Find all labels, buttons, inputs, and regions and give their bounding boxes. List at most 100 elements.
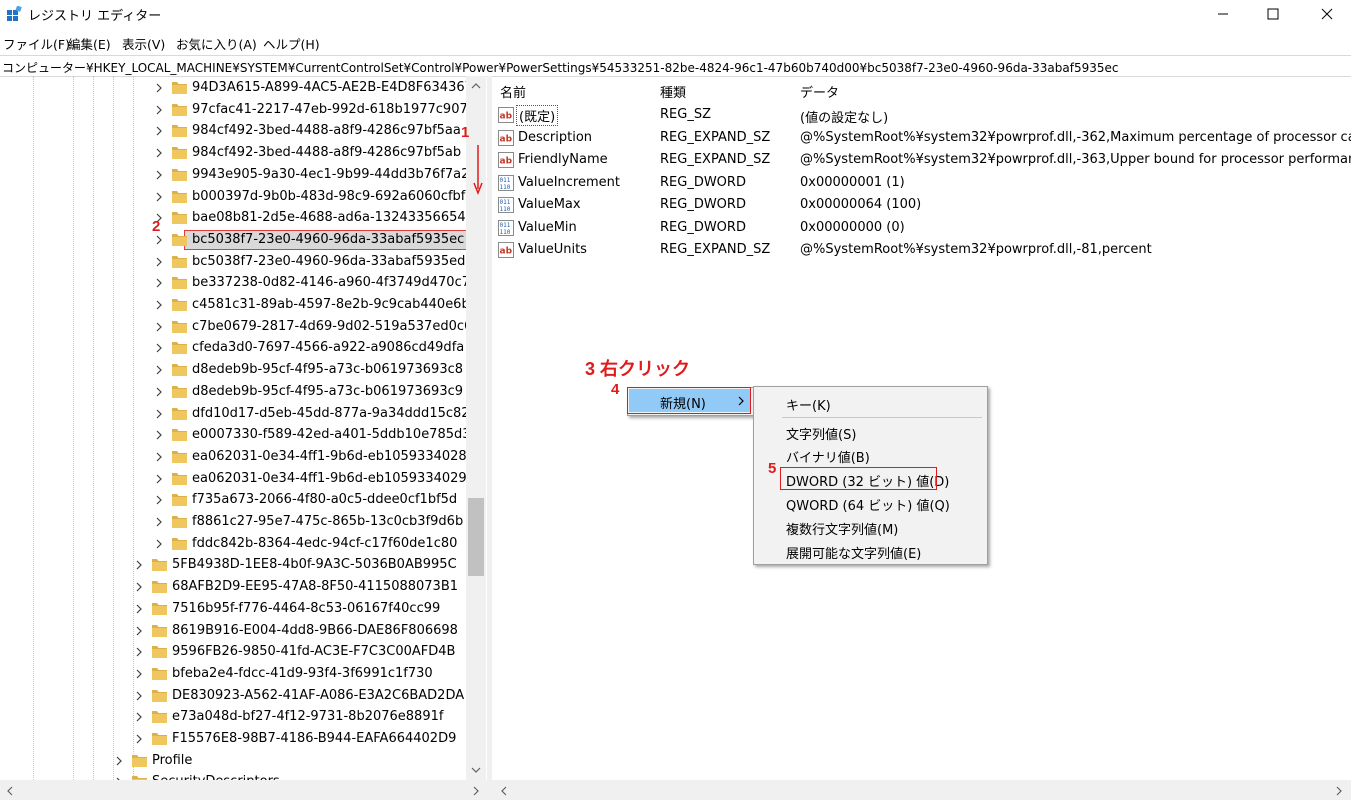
tree-item-subkey[interactable]: 984cf492-3bed-4488-a8f9-4286c97bf5ab (0, 143, 470, 165)
value-row[interactable]: 011 110 ValueMax REG_DWORD 0x00000064 (100) (492, 194, 1351, 216)
expand-chevron-icon[interactable] (154, 299, 164, 311)
menu-edit[interactable]: 編集(E) (68, 34, 111, 53)
value-row[interactable]: ab (既定) REG_SZ (値の設定なし) (492, 104, 1351, 126)
scroll-right-icon[interactable] (472, 786, 480, 796)
tree-item-setting-group[interactable]: 8619B916-E004-4dd8-9B66-DAE86F806698 (0, 621, 470, 643)
expand-chevron-icon[interactable] (154, 125, 164, 137)
tree-item-subkey[interactable]: dfd10d17-d5eb-45dd-877a-9a34ddd15c82 (0, 404, 470, 426)
expand-chevron-icon[interactable] (134, 711, 144, 723)
tree-item-profile[interactable]: Profile (0, 751, 470, 773)
tree-item-security-descriptors[interactable]: SecurityDescriptors (0, 772, 470, 780)
expand-chevron-icon[interactable] (154, 538, 164, 550)
tree-item-subkey[interactable]: fddc842b-8364-4edc-94cf-c17f60de1c80 (0, 534, 470, 556)
tree-item-subkey[interactable]: 94D3A615-A899-4AC5-AE2B-E4D8F634367F (0, 78, 480, 100)
tree-item-subkey[interactable]: bc5038f7-23e0-4960-96da-33abaf5935ec (0, 230, 470, 252)
tree-item-subkey[interactable]: c7be0679-2817-4d69-9d02-519a537ed0c6 (0, 317, 472, 339)
menu-favorites[interactable]: お気に入り(A) (176, 34, 257, 53)
tree-item-subkey[interactable]: ea062031-0e34-4ff1-9b6d-eb1059334029 (0, 469, 470, 491)
column-header-name[interactable]: 名前 (500, 82, 526, 101)
expand-chevron-icon[interactable] (154, 473, 164, 485)
value-row[interactable]: ab Description REG_EXPAND_SZ @%SystemRoot%¥… (492, 127, 1351, 149)
values-horizontal-scrollbar[interactable] (492, 780, 1351, 800)
tree-item-subkey[interactable]: f735a673-2066-4f80-a0c5-ddee0cf1bf5d (0, 490, 470, 512)
expand-chevron-icon[interactable] (114, 755, 124, 767)
submenu-string-item[interactable]: 文字列値(S) (786, 424, 856, 443)
column-header-data[interactable]: データ (800, 82, 839, 101)
submenu-qword-item[interactable]: QWORD (64 ビット) 値(Q) (786, 495, 950, 514)
expand-chevron-icon[interactable] (134, 581, 144, 593)
value-row[interactable]: ab FriendlyName REG_EXPAND_SZ @%SystemRoot%… (492, 149, 1351, 171)
menu-help[interactable]: ヘルプ(H) (263, 34, 320, 53)
key-tree-pane[interactable]: 94D3A615-A899-4AC5-AE2B-E4D8F634367F 97cf… (0, 76, 487, 780)
tree-item-subkey[interactable]: e0007330-f589-42ed-a401-5ddb10e785d3 (0, 425, 471, 447)
scroll-right-icon[interactable] (1335, 786, 1343, 796)
expand-chevron-icon[interactable] (154, 277, 164, 289)
tree-item-setting-group[interactable]: bfeba2e4-fdcc-41d9-93f4-3f6991c1f730 (0, 664, 470, 686)
tree-item-setting-group[interactable]: 7516b95f-f776-4464-8c53-06167f40cc99 (0, 599, 470, 621)
tree-item-subkey[interactable]: bc5038f7-23e0-4960-96da-33abaf5935ed (0, 252, 470, 274)
expand-chevron-icon[interactable] (134, 603, 144, 615)
submenu-expandstring-item[interactable]: 展開可能な文字列値(E) (786, 543, 921, 562)
tree-item-subkey[interactable]: 97cfac41-2217-47eb-992d-618b1977c907 (0, 100, 470, 122)
expand-chevron-icon[interactable] (154, 321, 164, 333)
tree-horizontal-scrollbar[interactable] (0, 780, 487, 800)
submenu-binary-item[interactable]: バイナリ値(B) (786, 447, 870, 466)
scroll-up-icon[interactable] (471, 82, 481, 90)
expand-chevron-icon[interactable] (154, 494, 164, 506)
scroll-left-icon[interactable] (6, 786, 14, 796)
expand-chevron-icon[interactable] (134, 668, 144, 680)
minimize-button[interactable] (1200, 0, 1246, 28)
expand-chevron-icon[interactable] (154, 104, 164, 116)
tree-item-subkey[interactable]: be337238-0d82-4146-a960-4f3749d470c7 (0, 273, 470, 295)
expand-chevron-icon[interactable] (154, 451, 164, 463)
scroll-down-icon[interactable] (471, 766, 481, 774)
expand-chevron-icon[interactable] (134, 733, 144, 745)
scroll-left-icon[interactable] (500, 786, 508, 796)
expand-chevron-icon[interactable] (154, 364, 164, 376)
tree-item-subkey[interactable]: cfeda3d0-7697-4566-a922-a9086cd49dfa (0, 338, 470, 360)
expand-chevron-icon[interactable] (154, 408, 164, 420)
tree-item-subkey[interactable]: 9943e905-9a30-4ec1-9b99-44dd3b76f7a2 (0, 165, 470, 187)
submenu-multistring-item[interactable]: 複数行文字列値(M) (786, 519, 898, 538)
tree-item-subkey[interactable]: ea062031-0e34-4ff1-9b6d-eb1059334028 (0, 447, 470, 469)
tree-item-setting-group[interactable]: e73a048d-bf27-4f12-9731-8b2076e8891f (0, 707, 470, 729)
close-button[interactable] (1304, 0, 1350, 28)
expand-chevron-icon[interactable] (134, 625, 144, 637)
expand-chevron-icon[interactable] (154, 429, 164, 441)
tree-item-setting-group[interactable]: DE830923-A562-41AF-A086-E3A2C6BAD2DA (0, 686, 470, 708)
tree-item-subkey[interactable]: f8861c27-95e7-475c-865b-13c0cb3f9d6b (0, 512, 470, 534)
expand-chevron-icon[interactable] (134, 559, 144, 571)
expand-chevron-icon[interactable] (154, 169, 164, 181)
tree-item-subkey[interactable]: b000397d-9b0b-483d-98c9-692a6060cfbf (0, 187, 470, 209)
tree-item-subkey[interactable]: 984cf492-3bed-4488-a8f9-4286c97bf5aa (0, 121, 470, 143)
expand-chevron-icon[interactable] (154, 191, 164, 203)
expand-chevron-icon[interactable] (154, 256, 164, 268)
menu-view[interactable]: 表示(V) (122, 34, 165, 53)
expand-chevron-icon[interactable] (154, 147, 164, 159)
tree-item-setting-group[interactable]: 9596FB26-9850-41fd-AC3E-F7C3C00AFD4B (0, 642, 470, 664)
tree-item-setting-group[interactable]: F15576E8-98B7-4186-B944-EAFA664402D9 (0, 729, 470, 751)
address-path[interactable]: コンピューター¥HKEY_LOCAL_MACHINE¥SYSTEM¥Curren… (2, 59, 1118, 76)
address-bar[interactable]: コンピューター¥HKEY_LOCAL_MACHINE¥SYSTEM¥Curren… (0, 55, 1351, 77)
submenu-key-item[interactable]: キー(K) (786, 395, 831, 414)
value-row[interactable]: 011 110 ValueMin REG_DWORD 0x00000000 (0) (492, 217, 1351, 239)
maximize-button[interactable] (1250, 0, 1296, 28)
tree-item-subkey[interactable]: bae08b81-2d5e-4688-ad6a-13243356654b (0, 208, 474, 230)
tree-item-setting-group[interactable]: 68AFB2D9-EE95-47A8-8F50-4115088073B1 (0, 577, 470, 599)
expand-chevron-icon[interactable] (154, 386, 164, 398)
expand-chevron-icon[interactable] (154, 516, 164, 528)
tree-scroll-thumb[interactable] (468, 498, 484, 576)
value-row[interactable]: 011 110 ValueIncrement REG_DWORD 0x00000001 … (492, 172, 1351, 194)
expand-chevron-icon[interactable] (134, 646, 144, 658)
expand-chevron-icon[interactable] (154, 82, 164, 94)
expand-chevron-icon[interactable] (134, 690, 144, 702)
tree-item-subkey[interactable]: d8edeb9b-95cf-4f95-a73c-b061973693c9 (0, 382, 470, 404)
expand-chevron-icon[interactable] (154, 342, 164, 354)
menu-file[interactable]: ファイル(F) (3, 34, 70, 53)
value-row[interactable]: ab ValueUnits REG_EXPAND_SZ @%SystemRoot%¥s… (492, 239, 1351, 261)
tree-item-subkey[interactable]: c4581c31-89ab-4597-8e2b-9c9cab440e6b (0, 295, 470, 317)
expand-chevron-icon[interactable] (154, 234, 164, 246)
column-header-type[interactable]: 種類 (660, 82, 686, 101)
tree-item-setting-group[interactable]: 5FB4938D-1EE8-4b0f-9A3C-5036B0AB995C (0, 555, 470, 577)
tree-item-subkey[interactable]: d8edeb9b-95cf-4f95-a73c-b061973693c8 (0, 360, 470, 382)
